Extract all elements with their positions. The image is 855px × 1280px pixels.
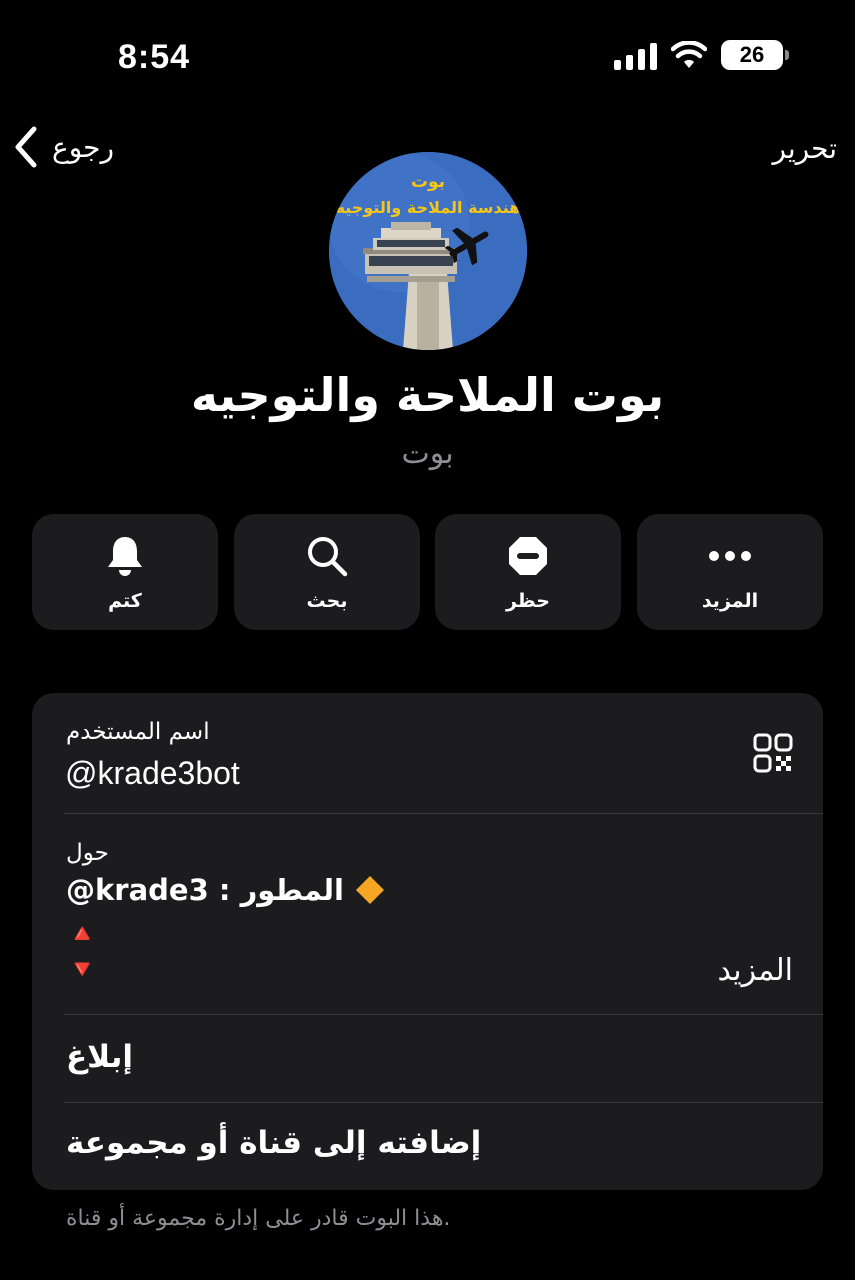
battery-indicator: 26 xyxy=(721,40,789,70)
block-icon xyxy=(509,537,547,575)
wifi-icon xyxy=(671,41,707,68)
username-label: اسم المستخدم xyxy=(66,719,210,745)
username-row[interactable]: اسم المستخدم @krade3bot xyxy=(32,693,823,814)
about-more-link[interactable]: المزيد xyxy=(718,953,793,988)
add-to-group-button[interactable]: إضافته إلى قناة أو مجموعة xyxy=(66,1125,481,1161)
about-developer-line: @krade3 : المطور xyxy=(66,873,386,907)
footer-note: هذا البوت قادر على إدارة مجموعة أو قناة. xyxy=(66,1206,451,1231)
avatar-text-line2: هندسة الملاحة والتوجيه xyxy=(335,198,521,217)
more-button[interactable]: المزيد xyxy=(637,514,823,630)
about-line-up: 🔺 xyxy=(66,919,99,949)
divider xyxy=(64,1014,823,1015)
block-button[interactable]: حظر xyxy=(435,514,621,630)
more-label: المزيد xyxy=(701,590,759,612)
about-label: حول xyxy=(66,840,109,866)
bell-icon xyxy=(108,537,142,576)
avatar[interactable]: بوت هندسة الملاحة والتوجيه xyxy=(329,152,527,350)
search-icon xyxy=(308,537,348,577)
chevron-left-icon xyxy=(15,126,37,168)
ellipsis-icon xyxy=(709,551,751,561)
username-value[interactable]: @krade3bot xyxy=(65,755,240,792)
info-card: اسم المستخدم @krade3bot حول @krade3 : ال… xyxy=(32,693,823,1190)
report-button[interactable]: إبلاغ xyxy=(66,1039,133,1075)
about-line-down: 🔻 xyxy=(66,955,99,985)
orange-diamond-icon xyxy=(355,876,384,904)
back-label: رجوع xyxy=(52,130,115,164)
mute-button[interactable]: كتم xyxy=(32,514,218,630)
qr-code-icon[interactable] xyxy=(753,733,793,773)
search-label: بحث xyxy=(306,590,348,612)
status-icons: 26 xyxy=(614,40,789,70)
search-button[interactable]: بحث xyxy=(234,514,420,630)
status-bar: 8:54 26 xyxy=(0,0,855,110)
mute-label: كتم xyxy=(108,590,142,612)
profile-name: بوت الملاحة والتوجيه xyxy=(190,368,665,422)
status-time: 8:54 xyxy=(118,38,191,76)
profile-subtitle: بوت xyxy=(401,436,454,471)
divider xyxy=(64,1102,823,1103)
cellular-signal-icon xyxy=(614,40,657,70)
edit-button[interactable]: تحرير xyxy=(772,132,837,165)
block-label: حظر xyxy=(505,590,551,612)
back-button[interactable]: رجوع xyxy=(14,126,114,168)
avatar-text-line1: بوت xyxy=(410,172,446,192)
action-buttons: كتم بحث حظر المزيد xyxy=(32,514,823,630)
divider xyxy=(64,813,823,814)
about-developer-text: @krade3 : المطور xyxy=(66,873,344,907)
